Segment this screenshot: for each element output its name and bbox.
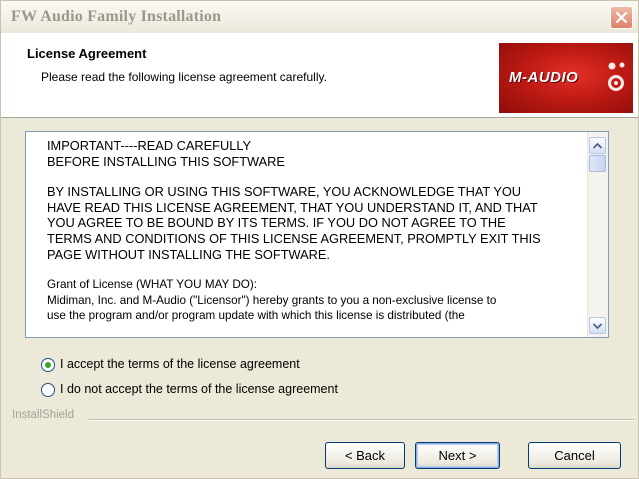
accept-radio-label[interactable]: I accept the terms of the license agreem… bbox=[60, 357, 300, 371]
close-button[interactable] bbox=[610, 6, 633, 29]
m-audio-logo: M-AUDIO bbox=[499, 43, 633, 113]
license-paragraph-grant: Grant of License (WHAT YOU MAY DO): Midi… bbox=[47, 278, 497, 323]
scrollbar-thumb[interactable] bbox=[589, 155, 606, 172]
back-button[interactable]: < Back bbox=[325, 442, 405, 469]
cancel-button[interactable]: Cancel bbox=[528, 442, 621, 469]
window-title: FW Audio Family Installation bbox=[11, 8, 222, 25]
license-paragraph-acknowledge: BY INSTALLING OR USING THIS SOFTWARE, YO… bbox=[47, 184, 541, 262]
license-paragraph-important: IMPORTANT----READ CAREFULLY BEFORE INSTA… bbox=[47, 138, 285, 169]
logo-text: M-AUDIO bbox=[509, 69, 579, 86]
license-scrollbar[interactable] bbox=[587, 132, 608, 337]
title-bar[interactable]: FW Audio Family Installation bbox=[1, 1, 638, 33]
scroll-down-button[interactable] bbox=[589, 317, 606, 334]
license-text: IMPORTANT----READ CAREFULLY BEFORE INSTA… bbox=[47, 138, 587, 324]
scroll-down-arrow-icon bbox=[593, 322, 602, 329]
decline-radio-label[interactable]: I do not accept the terms of the license… bbox=[60, 382, 338, 396]
accept-radio[interactable] bbox=[41, 358, 55, 372]
scroll-up-arrow-icon bbox=[593, 142, 602, 149]
installer-window: FW Audio Family Installation License Agr… bbox=[0, 0, 639, 479]
scroll-up-button[interactable] bbox=[589, 137, 606, 154]
footer-divider bbox=[89, 419, 634, 421]
next-button[interactable]: Next > bbox=[415, 442, 500, 469]
radio-selected-dot bbox=[45, 362, 51, 368]
header-panel: License Agreement Please read the follow… bbox=[1, 33, 638, 118]
license-text-box[interactable]: IMPORTANT----READ CAREFULLY BEFORE INSTA… bbox=[25, 131, 609, 338]
decline-radio[interactable] bbox=[41, 383, 55, 397]
page-title: License Agreement bbox=[27, 46, 147, 61]
logo-mark-icon bbox=[608, 62, 625, 91]
close-icon bbox=[615, 11, 628, 24]
page-subtitle: Please read the following license agreem… bbox=[41, 70, 327, 84]
installshield-brand: InstallShield bbox=[12, 409, 75, 421]
